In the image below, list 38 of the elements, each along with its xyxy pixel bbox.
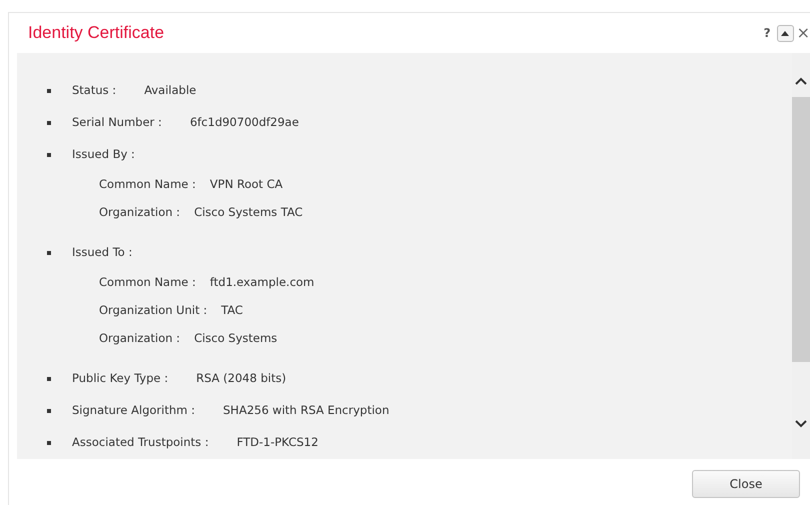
bullet-icon <box>47 89 51 93</box>
collapse-button[interactable] <box>776 24 794 42</box>
field-label: Organization : <box>99 330 180 348</box>
field-value: VPN Root CA <box>210 176 283 194</box>
field-value: ftd1.example.com <box>210 274 314 292</box>
field-label: Issued By : <box>72 146 135 164</box>
scrollbar-thumb[interactable] <box>792 97 810 362</box>
field-label: Common Name : <box>99 176 196 194</box>
field-value: SHA256 with RSA Encryption <box>223 402 390 420</box>
bullet-icon <box>47 153 51 157</box>
help-button[interactable]: ? <box>764 24 771 42</box>
close-dialog-button[interactable]: Close <box>692 470 800 498</box>
bullet-icon <box>47 377 51 381</box>
bullet-icon <box>47 409 51 413</box>
field-value: Cisco Systems <box>194 330 278 348</box>
field-label: Serial Number : <box>72 114 162 132</box>
field-label: Common Name : <box>99 274 196 292</box>
field-label: Public Key Type : <box>72 370 168 388</box>
field-label: Status : <box>72 82 116 100</box>
chevron-down-icon[interactable] <box>795 420 807 428</box>
field-value: RSA (2048 bits) <box>196 370 286 388</box>
field-label: Signature Algorithm : <box>72 402 195 420</box>
triangle-up-icon <box>781 30 790 36</box>
chevron-up-icon[interactable] <box>795 77 807 85</box>
field-label: Associated Trustpoints : <box>72 434 209 452</box>
dialog-title: Identity Certificate <box>28 22 166 44</box>
field-value: Available <box>144 82 196 100</box>
field-value: FTD-1-PKCS12 <box>236 434 318 452</box>
field-label: Organization Unit : <box>99 302 208 320</box>
field-value: 6fc1d90700df29ae <box>190 114 299 132</box>
field-label: Issued To : <box>72 244 132 262</box>
bullet-icon <box>47 441 51 445</box>
bullet-icon <box>47 251 51 255</box>
field-value: TAC <box>221 302 243 320</box>
field-value: Cisco Systems TAC <box>194 204 303 222</box>
close-button[interactable]: × <box>796 25 810 41</box>
bullet-icon <box>47 121 51 125</box>
field-label: Organization : <box>99 204 180 222</box>
